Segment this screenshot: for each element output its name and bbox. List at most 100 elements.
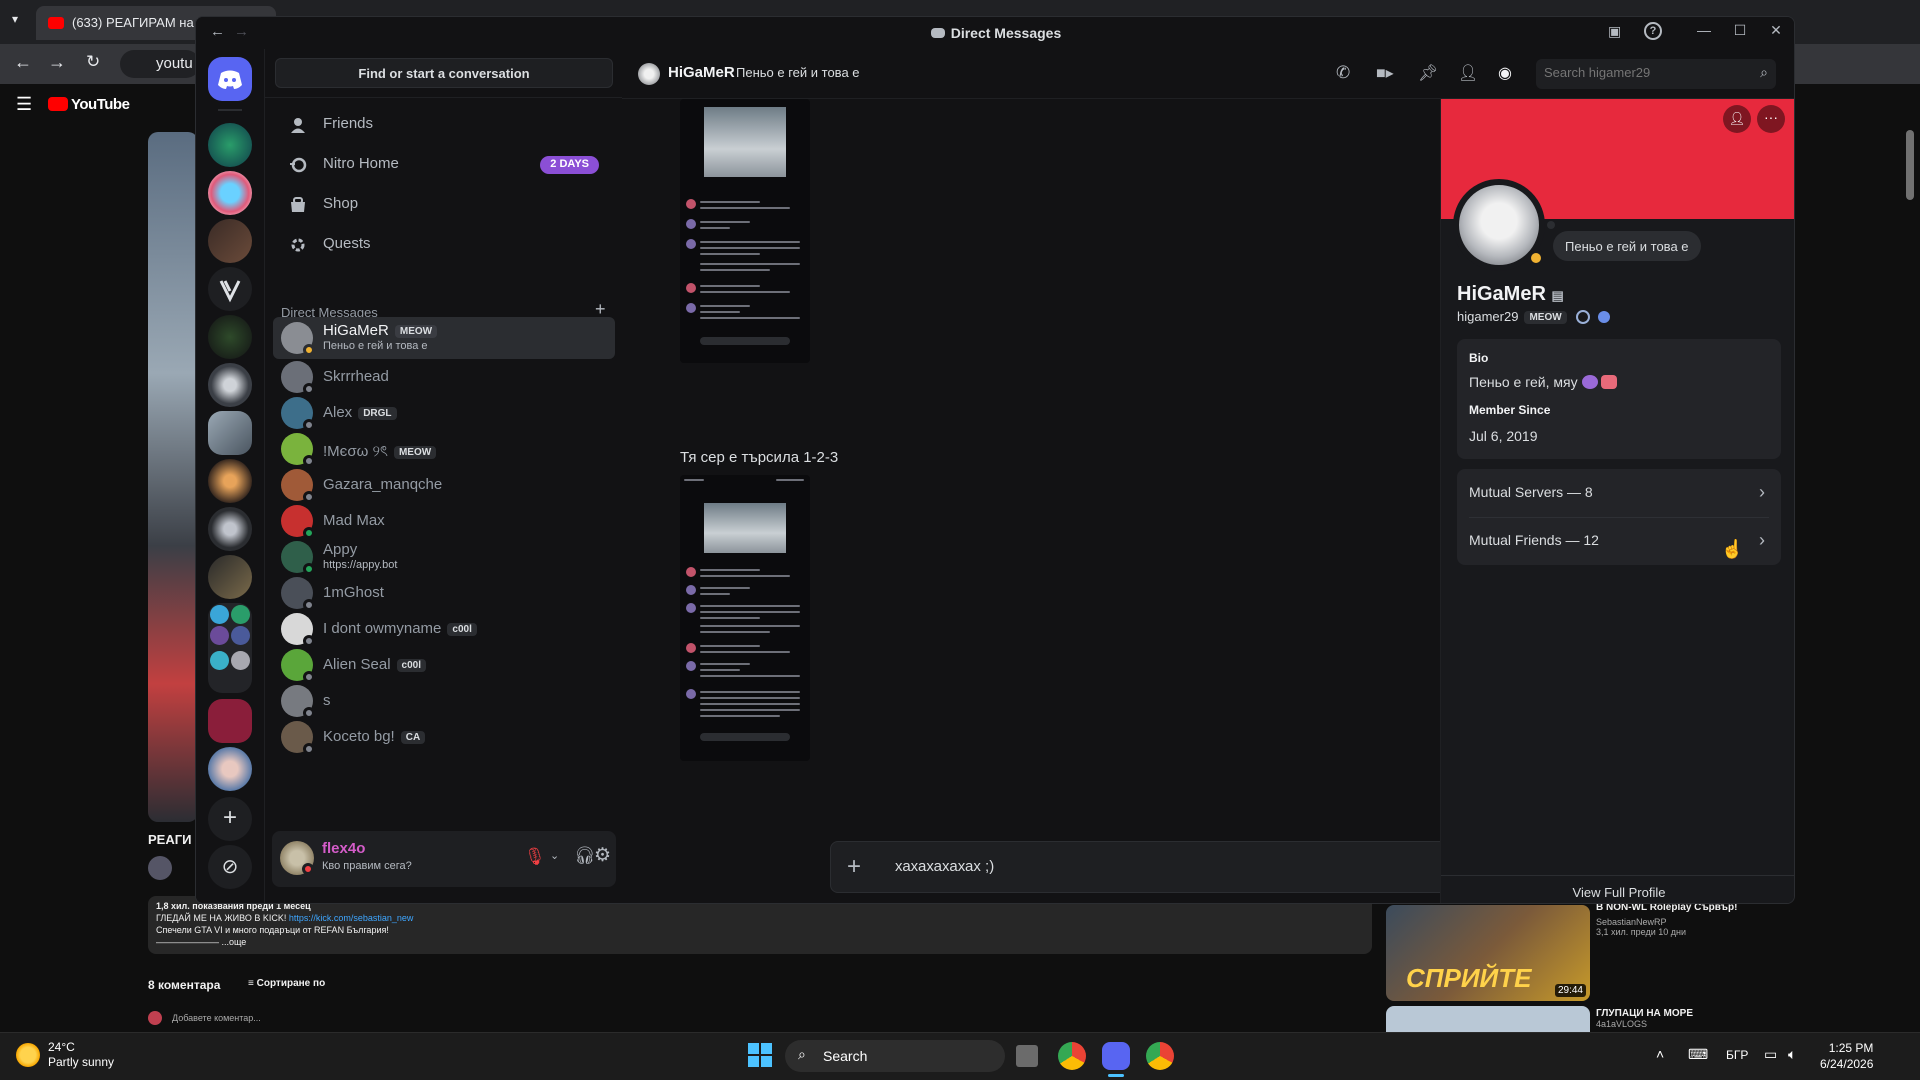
- tray-chevron-icon[interactable]: ˄: [1656, 1046, 1664, 1062]
- user-profile-icon[interactable]: ◉: [1498, 63, 1522, 85]
- address-text: youtu: [156, 55, 193, 72]
- nav-quests[interactable]: Quests: [273, 225, 615, 265]
- server-icon[interactable]: [208, 747, 252, 791]
- shop-icon: [291, 197, 305, 212]
- headphones-icon[interactable]: 🎧︎: [574, 846, 596, 866]
- attach-plus-icon[interactable]: +: [847, 853, 861, 881]
- keyboard-icon[interactable]: ⌨: [1688, 1046, 1708, 1063]
- dm-subtext: Пеньо е гей и това е: [323, 340, 428, 352]
- chat-search-input[interactable]: [1544, 65, 1744, 80]
- clock-time: 1:25 PM: [1828, 1041, 1874, 1055]
- server-icon[interactable]: [208, 267, 252, 311]
- youtube-logo[interactable]: YouTube: [48, 96, 130, 113]
- tab-list-chevron-icon[interactable]: ▾: [12, 12, 18, 26]
- help-icon[interactable]: ?: [1644, 22, 1662, 40]
- nav-nitro-home[interactable]: Nitro Home 2 DAYS: [273, 145, 615, 185]
- recipient-avatar[interactable]: [638, 63, 660, 85]
- dm-item[interactable]: Appy https://appy.bot: [273, 539, 615, 575]
- related-video-info[interactable]: В NON-WL Roleplay Сървър! SebastianNewRP…: [1596, 902, 1756, 937]
- volume-icon[interactable]: 🔈︎: [1788, 1046, 1796, 1063]
- server-icon[interactable]: [208, 411, 252, 455]
- video-description[interactable]: 1,8 хил. показвания преди 1 месец ГЛЕДАЙ…: [148, 896, 1372, 954]
- video-icon[interactable]: ■▸: [1376, 63, 1400, 85]
- user-custom-status: Кво правим сега?: [322, 860, 412, 872]
- related-video-thumbnail[interactable]: [1386, 1006, 1590, 1034]
- maximize-icon[interactable]: ☐: [1722, 22, 1758, 44]
- discord-taskbar-icon[interactable]: [1102, 1042, 1130, 1070]
- gear-icon[interactable]: ⚙: [594, 844, 611, 867]
- dm-item[interactable]: Gazara_manqche: [273, 467, 615, 503]
- weather-widget[interactable]: 24°C Partly sunny: [16, 1040, 114, 1070]
- recipient-name[interactable]: HiGaMeR: [668, 64, 735, 81]
- server-folder[interactable]: [208, 603, 252, 693]
- find-conversation-button[interactable]: Find or start a conversation: [275, 58, 613, 88]
- message-input[interactable]: [895, 858, 1395, 875]
- add-server-button[interactable]: +: [208, 797, 252, 841]
- nitro-icon: [290, 157, 307, 173]
- forward-icon[interactable]: →: [48, 52, 66, 73]
- server-icon[interactable]: [208, 363, 252, 407]
- minimize-icon[interactable]: —: [1686, 22, 1722, 44]
- dm-item[interactable]: HiGaMeR MEOW Пеньо е гей и това е: [273, 317, 615, 359]
- hamburger-menu-icon[interactable]: ☰: [16, 94, 32, 115]
- task-view-icon[interactable]: [1016, 1045, 1038, 1067]
- input-language[interactable]: БГР: [1726, 1048, 1748, 1062]
- pin-icon[interactable]: 📌︎: [1418, 63, 1442, 85]
- view-full-profile-button[interactable]: View Full Profile: [1441, 885, 1794, 900]
- server-icon[interactable]: [208, 315, 252, 359]
- add-friend-icon[interactable]: 👤︎: [1723, 105, 1751, 133]
- server-icon[interactable]: [208, 555, 252, 599]
- mic-muted-icon[interactable]: 🎙︎: [524, 847, 546, 867]
- related-video-info[interactable]: ГЛУПАЦИ НА МОРЕ 4a1aVLOGS: [1596, 1008, 1756, 1029]
- reload-icon[interactable]: ↻: [86, 52, 100, 72]
- server-icon[interactable]: [208, 459, 252, 503]
- dm-item[interactable]: Mad Max: [273, 503, 615, 539]
- add-comment-input[interactable]: Добавете коментар...: [172, 1013, 261, 1023]
- address-bar[interactable]: youtu: [120, 50, 200, 78]
- video-player[interactable]: [148, 132, 198, 822]
- dm-item[interactable]: Alien Seal c00l: [273, 647, 615, 683]
- dm-item[interactable]: s: [273, 683, 615, 719]
- mutual-servers-row[interactable]: Mutual Servers — 8 ›: [1457, 469, 1781, 517]
- more-icon[interactable]: ···: [1757, 105, 1785, 133]
- dm-item[interactable]: Skrrrhead: [273, 359, 615, 395]
- taskbar-search[interactable]: ⌕ Search: [785, 1040, 1005, 1072]
- video-title: РЕАГИ: [148, 832, 192, 847]
- nav-shop[interactable]: Shop: [273, 185, 615, 225]
- chrome-icon[interactable]: [1058, 1042, 1086, 1070]
- back-icon[interactable]: ←: [14, 52, 32, 73]
- discover-button[interactable]: ⊘: [208, 845, 252, 889]
- screenshot-attachment[interactable]: [680, 475, 810, 761]
- nav-friends[interactable]: Friends: [273, 105, 615, 145]
- start-button[interactable]: [748, 1043, 772, 1067]
- dm-item[interactable]: Koceto bg! CA: [273, 719, 615, 755]
- add-friend-icon[interactable]: 👤︎: [1458, 63, 1482, 85]
- network-icon[interactable]: ▭: [1764, 1046, 1777, 1063]
- close-icon[interactable]: ✕: [1758, 22, 1794, 44]
- server-icon[interactable]: [208, 219, 252, 263]
- sort-comments-button[interactable]: ≡ Сортиране по: [248, 978, 325, 989]
- home-dm-button[interactable]: [208, 57, 252, 101]
- kick-link[interactable]: https://kick.com/sebastian_new: [289, 913, 414, 923]
- related-video-thumbnail[interactable]: СПРИЙТЕ 29:44: [1386, 905, 1590, 1001]
- server-icon[interactable]: [208, 123, 252, 167]
- system-clock[interactable]: 1:25 PM 6/24/2026: [1820, 1040, 1873, 1072]
- server-icon[interactable]: [208, 699, 252, 743]
- dm-item[interactable]: Alex DRGL: [273, 395, 615, 431]
- screenshot-attachment[interactable]: [680, 99, 810, 363]
- inbox-icon[interactable]: ▣: [1608, 23, 1621, 40]
- dm-item[interactable]: !Мєσω ୨ৎ MEOW: [273, 431, 615, 467]
- chrome-profile-icon[interactable]: [1146, 1042, 1174, 1070]
- phone-icon[interactable]: ✆: [1336, 63, 1360, 85]
- channel-avatar[interactable]: [148, 856, 172, 880]
- chat-search-box[interactable]: ⌕: [1536, 59, 1776, 89]
- page-scrollbar[interactable]: [1906, 130, 1914, 200]
- dm-item[interactable]: I dont owmyname c00l: [273, 611, 615, 647]
- related-video-title: ГЛУПАЦИ НА МОРЕ: [1596, 1008, 1694, 1019]
- server-icon[interactable]: [208, 507, 252, 551]
- user-name[interactable]: flex4o: [322, 840, 365, 857]
- chevron-right-icon: ›: [1759, 530, 1765, 550]
- dm-item[interactable]: 1mGhost: [273, 575, 615, 611]
- mic-options-chevron-icon[interactable]: ⌄: [550, 849, 559, 862]
- server-icon[interactable]: [208, 171, 252, 215]
